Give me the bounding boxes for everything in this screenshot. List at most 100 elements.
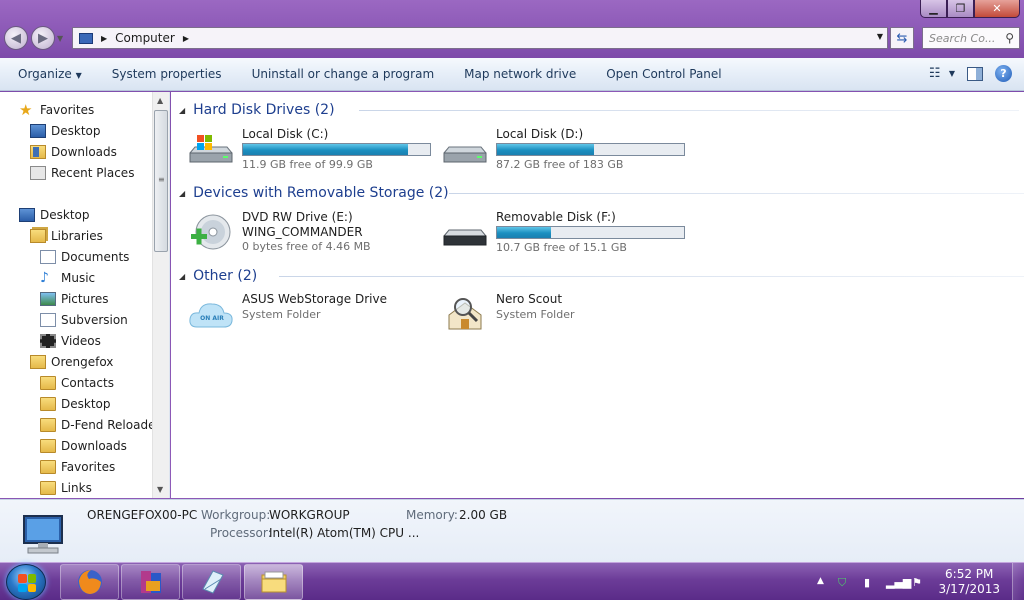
group-title: Other (2) [193,268,258,284]
scrollbar-thumb[interactable]: ≡ [154,110,168,252]
nav-dfend-reloaded[interactable]: D-Fend Reloaded [40,415,163,435]
group-header-removable[interactable]: ◢ Devices with Removable Storage (2) [179,183,1024,203]
group-header-hdd[interactable]: ◢ Hard Disk Drives (2) [179,100,1019,120]
group-header-other[interactable]: ◢ Other (2) [179,266,1024,286]
show-desktop-button[interactable] [1012,563,1024,600]
nav-videos[interactable]: Videos [40,331,101,351]
drive-name: Local Disk (D:) [496,127,584,141]
workgroup-label: Workgroup: [201,508,271,522]
clock-date: 3/17/2013 [938,582,1000,596]
chevron-right-icon[interactable]: ▶ [183,34,189,43]
drive-e[interactable]: DVD RW Drive (E:) WING_COMMANDER 0 bytes… [187,210,437,254]
drive-f[interactable]: Removable Disk (F:) 10.7 GB free of 15.1… [441,210,691,254]
drive-usage-fill [497,144,595,155]
help-icon[interactable]: ? [995,65,1012,82]
drive-usage-bar [496,226,685,239]
nav-recent-places[interactable]: Recent Places [30,163,134,183]
map-network-drive-button[interactable]: Map network drive [449,67,591,81]
nav-documents[interactable]: Documents [40,247,129,267]
drive-c[interactable]: Local Disk (C:) 11.9 GB free of 99.9 GB [187,127,437,171]
desktop-icon [19,208,35,222]
search-input[interactable]: Search Co... ⚲ [922,27,1020,49]
drive-free-space: 11.9 GB free of 99.9 GB [242,158,373,171]
on-air-badge: ON AIR [200,315,224,322]
clock[interactable]: 6:52 PM 3/17/2013 [938,567,1000,597]
nav-libraries[interactable]: Libraries [30,226,103,246]
address-dropdown-icon[interactable]: ▼ [877,32,883,41]
nav-favorites[interactable]: ★ Favorites [19,100,94,120]
videos-icon [40,334,56,348]
computer-icon [23,515,63,554]
taskbar-notepad[interactable] [182,564,241,600]
nav-user-desktop[interactable]: Desktop [40,394,111,414]
nav-favorites-downloads[interactable]: Downloads [30,142,117,162]
open-control-panel-button[interactable]: Open Control Panel [591,67,736,81]
taskbar-explorer[interactable] [244,564,303,600]
libraries-icon [30,229,46,243]
nav-favorites-desktop[interactable]: Desktop [30,121,101,141]
action-center-flag-icon[interactable]: ⚑ [912,576,922,589]
nav-orengefox[interactable]: Orengefox [30,352,113,372]
asus-webstorage-item[interactable]: ON AIR ASUS WebStorage Drive System Fold… [187,292,437,336]
change-view-icon[interactable]: ☷ [929,66,945,82]
drive-free-space: 87.2 GB free of 183 GB [496,158,624,171]
collapse-icon[interactable]: ◢ [179,106,185,115]
nav-pictures[interactable]: Pictures [40,289,109,309]
device-icon[interactable]: ▮ [864,576,870,589]
content-pane: ◢ Hard Disk Drives (2) Local Disk (C:) 1… [171,92,1024,498]
breadcrumb-computer[interactable]: Computer [115,31,175,45]
nav-subversion[interactable]: Subversion [40,310,128,330]
uninstall-program-button[interactable]: Uninstall or change a program [237,67,450,81]
scroll-down-icon[interactable]: ▼ [157,485,163,494]
view-dropdown-icon[interactable]: ▼ [949,69,955,78]
nav-user-favorites[interactable]: Favorites [40,457,115,477]
nav-music[interactable]: ♪ Music [40,268,95,288]
taskbar-winrar[interactable] [121,564,180,600]
item-type: System Folder [496,308,575,321]
forward-button[interactable]: ▶ [31,26,55,50]
drive-usage-fill [497,227,552,238]
collapse-icon[interactable]: ◢ [179,189,185,198]
close-button[interactable]: ✕ [974,0,1020,18]
group-title: Hard Disk Drives (2) [193,102,335,118]
show-hidden-icons-icon[interactable]: ▲ [817,576,824,586]
processor-label: Processor: [210,526,272,540]
back-button[interactable]: ◀ [4,26,28,50]
recent-pages-dropdown[interactable]: ▼ [57,34,63,43]
scroll-up-icon[interactable]: ▲ [157,96,163,105]
title-bar[interactable]: ▁ ❐ ✕ ◀ ▶ ▼ ▶ Computer ▶ ▼ ⇆ Search Co..… [0,0,1024,58]
organize-button[interactable]: Organize ▼ [0,67,97,81]
address-bar[interactable]: ▶ Computer ▶ ▼ [72,27,888,49]
system-properties-button[interactable]: System properties [97,67,237,81]
grip-icon: ≡ [158,175,165,184]
folder-icon [40,397,56,411]
nav-desktop[interactable]: Desktop [19,205,90,225]
chevron-right-icon[interactable]: ▶ [101,34,107,43]
preview-pane-icon[interactable] [967,66,983,81]
nav-label: Links [61,481,92,495]
user-folder-icon [30,355,46,369]
search-icon[interactable]: ⚲ [1005,31,1014,45]
nav-user-downloads[interactable]: Downloads [40,436,127,456]
nero-scout-item[interactable]: Nero Scout System Folder [441,292,691,336]
nav-contacts[interactable]: Contacts [40,373,114,393]
nav-scrollbar[interactable]: ▲ ≡ ▼ [152,92,169,498]
refresh-button[interactable]: ⇆ [890,27,914,49]
security-shield-icon[interactable]: ⛉ [838,576,846,590]
dvd-drive-icon [191,214,231,250]
minimize-button[interactable]: ▁ [920,0,947,18]
search-placeholder: Search Co... [929,31,996,45]
signal-strength-icon[interactable]: ▂▄▆ [886,576,911,589]
taskbar-firefox[interactable] [60,564,119,600]
nav-label: Favorites [40,103,95,117]
taskbar: ▲ ⛉ ▮ ▂▄▆ ⚑ 6:52 PM 3/17/2013 [0,562,1024,600]
desktop-icon [30,124,46,138]
collapse-icon[interactable]: ◢ [179,272,185,281]
maximize-button[interactable]: ❐ [947,0,974,18]
pictures-icon [40,292,56,306]
nav-links[interactable]: Links [40,478,92,498]
start-button[interactable] [6,564,46,600]
navigation-pane: ★ Favorites Desktop Downloads Recent Plac… [0,92,170,498]
back-arrow-icon: ◀ [11,30,21,46]
drive-d[interactable]: Local Disk (D:) 87.2 GB free of 183 GB [441,127,691,171]
